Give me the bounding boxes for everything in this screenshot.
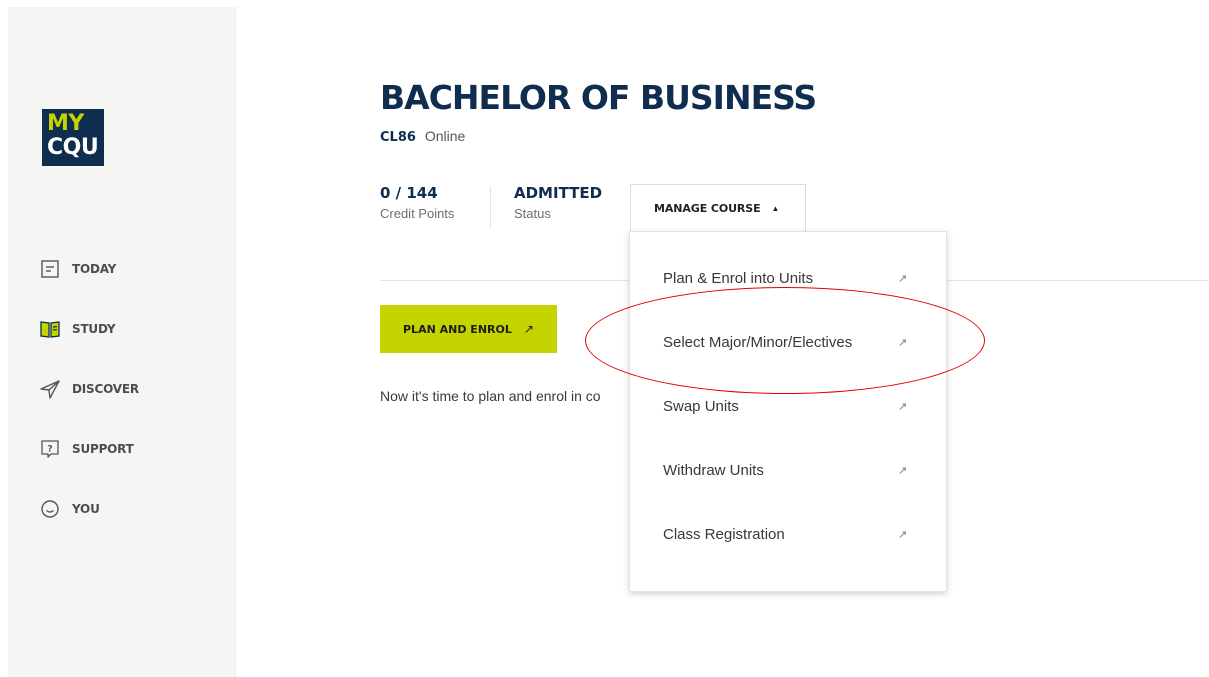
document-icon <box>41 260 59 278</box>
svg-text:?: ? <box>47 445 52 455</box>
nav-item-today[interactable]: TODAY <box>39 257 116 281</box>
menu-item-label: Swap Units <box>663 397 739 415</box>
credit-points-value: 0 / 144 <box>380 184 438 202</box>
mycqu-logo[interactable]: MY CQU <box>42 109 104 166</box>
logo-line-1: MY <box>47 111 84 136</box>
plan-and-enrol-label: PLAN AND ENROL <box>403 322 512 336</box>
nav-item-support[interactable]: ? SUPPORT <box>39 437 134 461</box>
menu-item-label: Withdraw Units <box>663 461 764 479</box>
menu-item-plan-enrol[interactable]: Plan & Enrol into Units ↗ <box>630 258 948 298</box>
external-link-icon: ↗ <box>898 528 908 541</box>
menu-item-label: Plan & Enrol into Units <box>663 269 814 287</box>
nav-item-you[interactable]: YOU <box>39 497 100 521</box>
send-icon <box>40 380 60 399</box>
external-link-icon: ↗ <box>898 336 908 349</box>
nav-label-today: TODAY <box>72 262 117 276</box>
external-link-icon: ↗ <box>898 464 908 477</box>
menu-item-select-major[interactable]: Select Major/Minor/Electives ↗ <box>630 322 948 362</box>
status-label: Status <box>514 206 551 221</box>
nav-label-support: SUPPORT <box>72 442 134 456</box>
sidebar: MY CQU TODAY STUDY DISCOVER ? SUPPORT YO… <box>8 7 236 677</box>
external-link-icon: ↗ <box>898 272 908 285</box>
menu-item-label: Class Registration <box>663 525 785 543</box>
nav-item-study[interactable]: STUDY <box>39 317 116 341</box>
course-code: CL86 <box>380 130 416 145</box>
manage-course-dropdown: Plan & Enrol into Units ↗ Select Major/M… <box>629 231 947 592</box>
status-stat: ADMITTED Status <box>514 184 602 221</box>
credit-points-label: Credit Points <box>380 206 455 221</box>
course-meta: CL86 Online <box>380 128 465 145</box>
intro-text: Now it's time to plan and enrol in co <box>380 388 601 404</box>
menu-item-label: Select Major/Minor/Electives <box>663 333 853 351</box>
nav-label-study: STUDY <box>72 322 116 336</box>
logo-line-2: CQU <box>47 135 99 160</box>
page-title: BACHELOR OF BUSINESS <box>380 78 817 117</box>
question-icon: ? <box>41 440 59 458</box>
credit-points-stat: 0 / 144 Credit Points <box>380 184 454 221</box>
book-icon <box>40 321 60 338</box>
menu-item-withdraw-units[interactable]: Withdraw Units ↗ <box>630 450 948 490</box>
status-value: ADMITTED <box>514 184 603 202</box>
course-mode: Online <box>424 128 466 144</box>
external-link-icon: ↗ <box>898 400 908 413</box>
nav-label-discover: DISCOVER <box>72 382 139 396</box>
nav-label-you: YOU <box>72 502 100 516</box>
stat-divider <box>490 186 491 228</box>
manage-course-label: MANAGE COURSE <box>654 202 761 215</box>
nav-item-discover[interactable]: DISCOVER <box>39 377 139 401</box>
chevron-up-icon: ▲ <box>771 204 780 213</box>
smiley-icon <box>41 500 59 518</box>
external-link-icon: ↗ <box>523 322 534 336</box>
manage-course-button[interactable]: MANAGE COURSE ▲ <box>630 184 806 232</box>
plan-and-enrol-button[interactable]: PLAN AND ENROL ↗ <box>380 305 557 353</box>
menu-item-class-registration[interactable]: Class Registration ↗ <box>630 514 948 554</box>
menu-item-swap-units[interactable]: Swap Units ↗ <box>630 386 948 426</box>
